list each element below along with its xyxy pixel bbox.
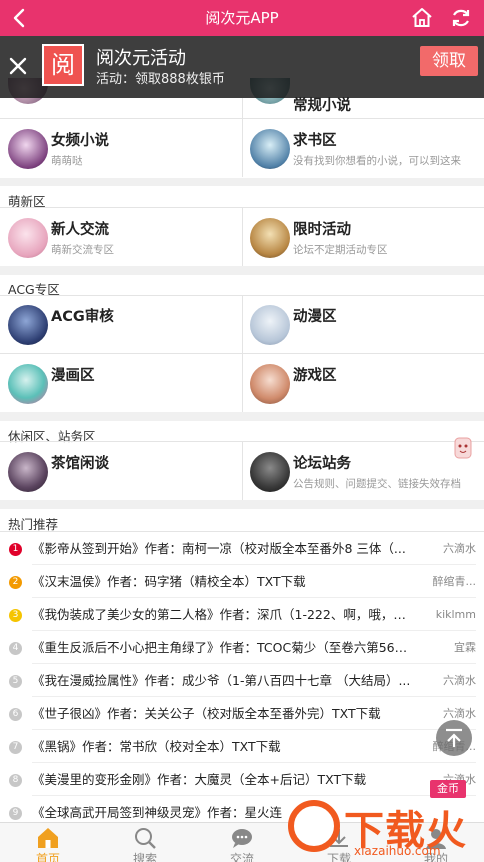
search-icon xyxy=(135,828,156,849)
rank-badge: 8 xyxy=(9,774,22,787)
hot-title: 《影帝从签到开始》作者：南柯一凉（校对版全本至番外8 三体（... xyxy=(32,541,406,556)
forum-avatar xyxy=(250,364,290,404)
forum-item-desc: 公告规则、问题提交、链接失效存档 xyxy=(293,478,461,490)
forum-item-nvpin[interactable]: 女频小说 萌萌哒 xyxy=(0,119,242,177)
hot-title: 《汉末温侯》作者：码字猪（精校全本）TXT下载 xyxy=(32,574,306,589)
close-icon[interactable] xyxy=(6,54,30,78)
rank-badge: 5 xyxy=(9,675,22,688)
rank-badge: 7 xyxy=(9,741,22,754)
tab-chat[interactable]: 交流 xyxy=(194,823,290,862)
forum-item-name: 茶馆闲谈 xyxy=(51,456,109,472)
hot-title: 《我伪装成了美少女的第二人格》作者：深爪（1-222、啊，哦，嗯... xyxy=(32,607,412,622)
tab-home[interactable]: 首页 xyxy=(0,823,96,862)
hot-row[interactable]: 3 《我伪装成了美少女的第二人格》作者：深爪（1-222、啊，哦，嗯... kikl… xyxy=(0,598,484,631)
forum-avatar xyxy=(8,452,48,492)
forum-item-desc: 论坛不定期活动专区 xyxy=(293,244,388,256)
forum-item-teahouse[interactable]: 茶馆闲谈 xyxy=(0,442,242,500)
arrow-up-icon xyxy=(446,728,462,747)
forum-section-leisure: 休闲区、站务区 茶馆闲谈 论坛站务 公告规则、问题提交、链接失效存档 xyxy=(0,421,484,500)
forum-avatar xyxy=(8,129,48,169)
hot-recommend-section: 热门推荐 1 《影帝从签到开始》作者：南柯一凉（校对版全本至番外8 三体（... 六… xyxy=(0,509,484,829)
tab-label: 首页 xyxy=(35,852,60,862)
forum-item-name: 求书区 xyxy=(293,133,337,149)
app-logo: 阅 xyxy=(42,44,84,86)
hot-row[interactable]: 1 《影帝从签到开始》作者：南柯一凉（校对版全本至番外8 三体（... 六滴水 xyxy=(0,532,484,565)
hot-title: 《我在漫威捡属性》作者：成少爷（1-第八百四十七章 （大结局）... xyxy=(32,673,411,688)
forum-item-qiushu[interactable]: 求书区 没有找到你想看的小说，可以到这来 xyxy=(242,119,484,177)
forum-item-name: 动漫区 xyxy=(293,309,337,325)
forum-item-desc: 萌新交流专区 xyxy=(51,244,114,256)
chat-icon xyxy=(232,829,252,848)
forum-avatar xyxy=(250,305,290,345)
hot-row[interactable]: 4 《重生反派后不小心把主角绿了》作者：TCOC菊少（至卷六第56章... 宜霖 xyxy=(0,631,484,664)
hot-row[interactable]: 2 《汉末温侯》作者：码字猪（精校全本）TXT下载 醉绾青... xyxy=(0,565,484,598)
forum-avatar xyxy=(250,129,290,169)
hot-author: 宜霖 xyxy=(454,641,476,654)
hot-title: 《重生反派后不小心把主角绿了》作者：TCOC菊少（至卷六第56章... xyxy=(32,640,412,655)
watermark-logo-icon xyxy=(288,800,340,852)
forum-item-name: 漫画区 xyxy=(51,368,95,384)
hot-title: 《世子很凶》作者：关关公子（校对版全本至番外完）TXT下载 xyxy=(32,706,381,721)
hot-author: 六滴水 xyxy=(443,674,476,687)
forum-section-acg: ACG专区 ACG审核 动漫区 漫画区 游戏区 xyxy=(0,275,484,412)
forum-item-desc: 没有找到你想看的小说，可以到这来 xyxy=(293,155,461,167)
rank-badge: 9 xyxy=(9,807,22,820)
hot-author: 醉绾青... xyxy=(432,575,477,588)
tab-label: 交流 xyxy=(229,852,254,862)
app-screen: 阅次元APP 阅 阅次元活动 活动：领取888枚银币 领取 常规小说 女频小说 … xyxy=(0,0,484,862)
forum-item-anime[interactable]: 动漫区 xyxy=(242,295,484,353)
forum-avatar xyxy=(8,218,48,258)
banner-title: 阅次元活动 xyxy=(96,48,186,69)
rank-badge: 2 xyxy=(9,576,22,589)
forum-item-name: 游戏区 xyxy=(293,368,337,384)
hot-row[interactable]: 6 《世子很凶》作者：关关公子（校对版全本至番外完）TXT下载 六滴水 xyxy=(0,697,484,730)
forum-item-comic[interactable]: 漫画区 xyxy=(0,354,242,412)
top-bar: 阅次元APP xyxy=(0,0,484,36)
rank-badge: 1 xyxy=(9,543,22,556)
hot-row[interactable]: 7《黑锅》作者：常书欣（校对全本）TXT下载醉绾青... xyxy=(0,730,484,763)
watermark: 金币 下载火 xiazaihuo.com xyxy=(282,778,484,862)
home-tab-icon xyxy=(38,828,58,848)
forum-avatar xyxy=(8,305,48,345)
hot-author: kiklmm xyxy=(435,608,476,621)
hot-title: 《黑锅》作者：常书欣（校对全本）TXT下载 xyxy=(32,739,281,754)
refresh-icon[interactable] xyxy=(448,6,474,30)
forum-item-newbie[interactable]: 新人交流 萌新交流专区 xyxy=(0,208,242,266)
forum-avatar xyxy=(8,364,48,404)
tab-search[interactable]: 搜索 xyxy=(97,823,193,862)
promo-banner: 阅 阅次元活动 活动：领取888枚银币 领取 xyxy=(0,36,484,98)
forum-section-newbie: 萌新区 新人交流 萌新交流专区 限时活动 论坛不定期活动专区 xyxy=(0,186,484,266)
banner-subtitle: 活动：领取888枚银币 xyxy=(96,72,225,87)
forum-item-site-affairs[interactable]: 论坛站务 公告规则、问题提交、链接失效存档 xyxy=(242,442,484,500)
claim-button[interactable]: 领取 xyxy=(420,46,478,76)
hot-author: 六滴水 xyxy=(443,542,476,555)
coin-badge[interactable]: 金币 xyxy=(430,780,466,798)
forum-item-name: 限时活动 xyxy=(293,222,351,238)
rank-badge: 4 xyxy=(9,642,22,655)
forum-item-name: 论坛站务 xyxy=(293,456,351,472)
watermark-url: xiazaihuo.com xyxy=(354,844,441,858)
forum-item-name: ACG审核 xyxy=(51,309,114,325)
forum-item-name: 女频小说 xyxy=(51,133,109,149)
forum-avatar xyxy=(250,452,290,492)
scroll-to-top-button[interactable] xyxy=(436,720,472,756)
forum-item-name: 新人交流 xyxy=(51,222,109,238)
tab-label: 搜索 xyxy=(132,852,157,862)
hot-row[interactable]: 5 《我在漫威捡属性》作者：成少爷（1-第八百四十七章 （大结局）... 六滴水 xyxy=(0,664,484,697)
forum-item-game[interactable]: 游戏区 xyxy=(242,354,484,412)
rank-badge: 3 xyxy=(9,609,22,622)
forum-item-acg-review[interactable]: ACG审核 xyxy=(0,295,242,353)
forum-item-event[interactable]: 限时活动 论坛不定期活动专区 xyxy=(242,208,484,266)
rank-badge: 6 xyxy=(9,708,22,721)
forum-avatar xyxy=(250,218,290,258)
forum-item-desc: 萌萌哒 xyxy=(51,155,83,167)
home-icon[interactable] xyxy=(410,6,434,30)
mascot-icon[interactable] xyxy=(454,436,472,460)
